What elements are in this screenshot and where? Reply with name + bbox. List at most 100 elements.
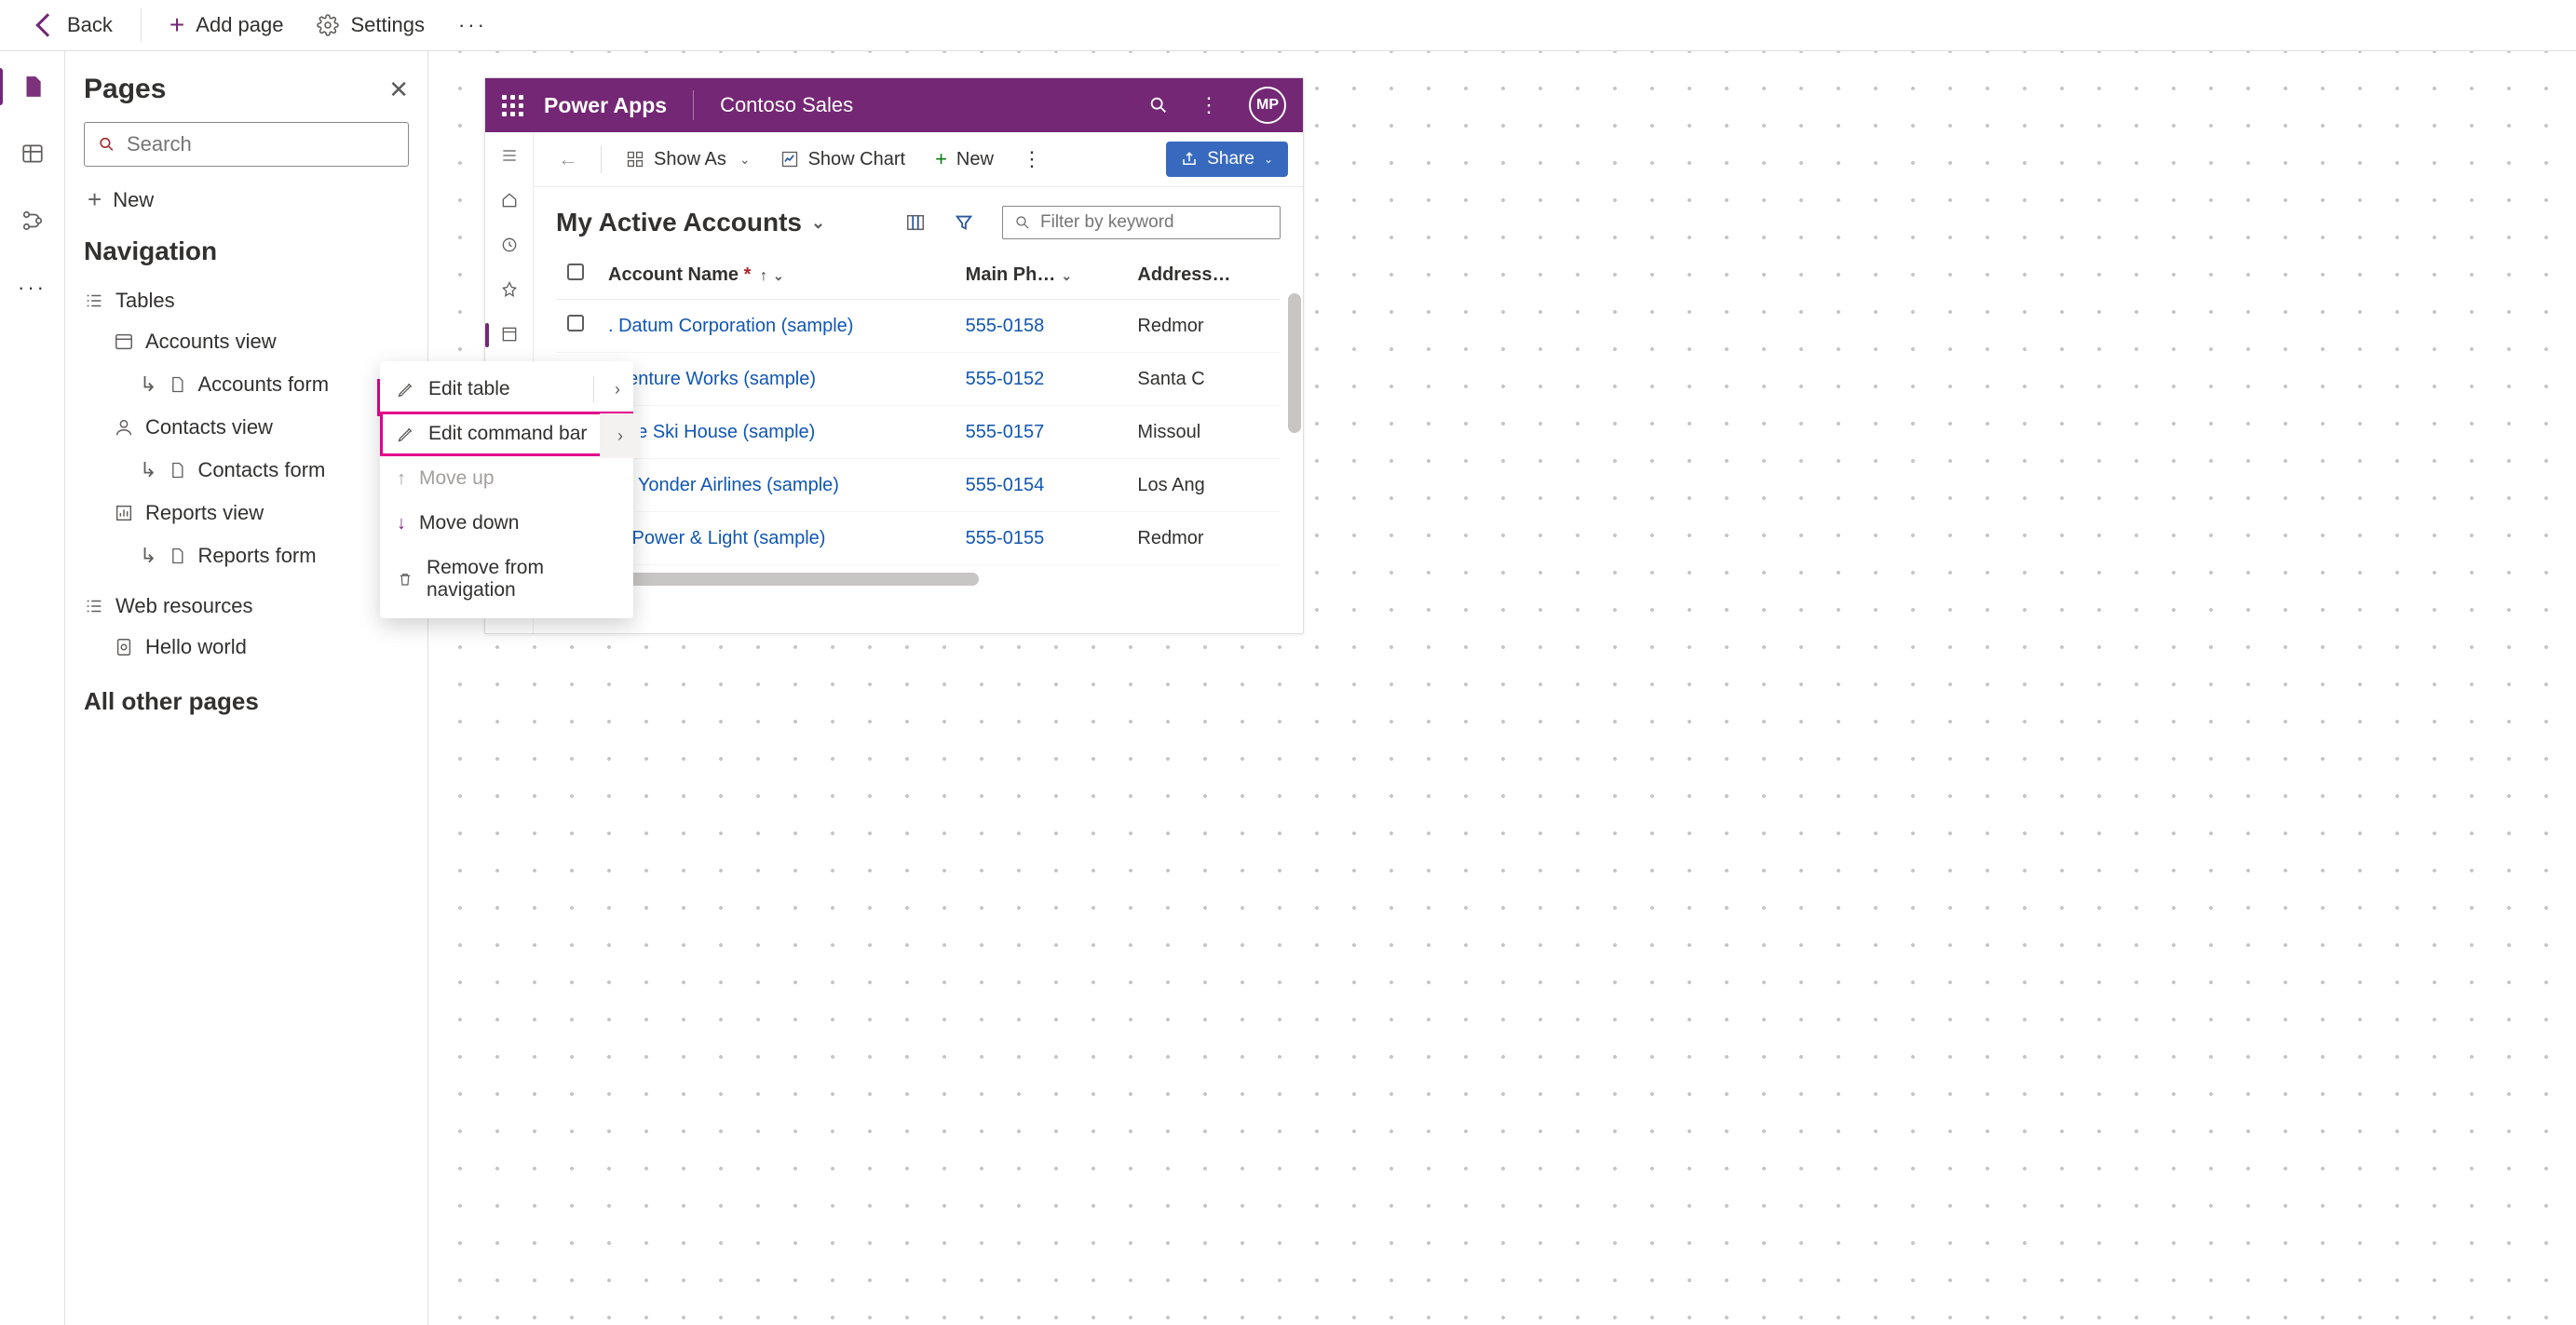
grid-icon [626,150,644,169]
cell-name[interactable]: ity Power & Light (sample) [597,512,955,565]
recent-icon[interactable] [499,235,520,255]
cell-phone[interactable]: 555-0152 [955,353,1127,406]
cell-phone[interactable]: 555-0158 [955,300,1127,353]
group-label: Web resources [115,594,253,618]
cmd-show-chart[interactable]: Show Chart [769,143,917,176]
table-icon [20,142,45,166]
col-account-name[interactable]: Account Name * ↑⌄ [597,250,955,300]
share-button[interactable]: Share ⌄ [1166,142,1288,177]
filter-input[interactable] [1040,212,1268,233]
pages-panel: Pages ✕ + New Navigation Tables Accounts… [65,51,428,1325]
nav-group-tables[interactable]: Tables [84,281,409,320]
cmd-more-button[interactable]: ⋮ [1012,147,1051,171]
cmd-show-as[interactable]: Show As ⌄ [615,143,762,176]
settings-button[interactable]: Settings [304,7,438,43]
accounts-icon[interactable] [499,324,520,345]
table-row[interactable]: lpine Ski House (sample)555-0157Missoul [556,406,1281,459]
view-title[interactable]: My Active Accounts ⌄ [556,208,825,237]
plus-icon: + [169,10,184,40]
rail-flow-icon[interactable] [20,208,46,234]
edit-columns-icon[interactable] [905,212,926,233]
table-row[interactable]: ity Power & Light (sample)555-0155Redmor [556,512,1281,565]
cell-phone[interactable]: 555-0157 [955,406,1127,459]
table-row[interactable]: . Datum Corporation (sample)555-0158Redm… [556,300,1281,353]
cell-name[interactable]: . Datum Corporation (sample) [597,300,955,353]
tree-item-contacts-form[interactable]: ↳ Contacts form [84,449,409,492]
col-main-phone[interactable]: Main Ph…⌄ [955,250,1127,300]
col-address[interactable]: Address… [1126,250,1281,300]
ctx-move-up: ↑ Move up [380,456,633,501]
add-page-button[interactable]: + Add page [156,5,297,46]
cell-name[interactable]: lue Yonder Airlines (sample) [597,459,955,512]
cell-phone[interactable]: 555-0155 [955,512,1127,565]
rail-table-icon[interactable] [20,141,46,167]
waffle-icon[interactable] [502,95,523,116]
cmd-label: New [956,149,994,170]
cell-addr: Redmor [1126,300,1281,353]
chevron-down-icon: ⌄ [773,268,784,283]
ctx-move-down[interactable]: ↓ Move down [380,501,633,546]
tree-item-contacts-view[interactable]: Contacts view [84,406,409,449]
search-icon [98,135,115,154]
tree-item-reports-form[interactable]: ↳ Reports form [84,534,409,577]
rail-more-icon[interactable]: ··· [20,275,46,301]
back-button[interactable]: Back [26,7,126,43]
cell-phone[interactable]: 555-0154 [955,459,1127,512]
cell-name[interactable]: lpine Ski House (sample) [597,406,955,459]
avatar[interactable]: MP [1249,87,1286,124]
filter-icon[interactable] [954,212,974,233]
vertical-scrollbar[interactable] [1288,293,1301,433]
tree-item-accounts-view[interactable]: Accounts view [84,320,409,363]
col-label: Address… [1137,264,1230,285]
toolbar-more-button[interactable]: ··· [445,7,500,43]
filter-box[interactable] [1002,206,1281,239]
navigation-heading: Navigation [84,237,409,266]
chevron-right-icon: › [617,426,623,446]
settings-label: Settings [350,13,425,37]
branch-glyph: ↳ [140,372,156,397]
cmd-new[interactable]: + New [924,142,1005,177]
header-more-button[interactable]: ⋮ [1189,93,1228,117]
tree-item-reports-view[interactable]: Reports view [84,492,409,534]
select-all-checkbox[interactable] [567,264,584,280]
ctx-remove[interactable]: Remove from navigation [380,546,633,613]
search-icon[interactable] [1148,95,1169,115]
pages-new-button[interactable]: + New [84,180,409,220]
home-icon[interactable] [499,190,520,210]
col-label: Account Name [608,264,739,285]
pages-search-box[interactable] [84,122,409,167]
table-row[interactable]: lue Yonder Airlines (sample)555-0154Los … [556,459,1281,512]
app-title: Contoso Sales [720,93,853,117]
person-icon [114,417,134,438]
horizontal-scrollbar[interactable] [578,573,979,586]
grid-footer: Rows: 11 [534,586,1303,633]
cmd-back-button[interactable]: ← [549,143,588,175]
toolbar-separator [141,8,142,42]
hamburger-icon[interactable] [499,145,520,166]
tree-item-label: Contacts view [145,415,273,439]
left-rail: ··· [0,51,65,1325]
separator [593,376,594,402]
tree-item-hello-world[interactable]: Hello world [84,626,409,669]
ctx-label: Remove from navigation [427,557,617,602]
ctx-edit-command-bar[interactable]: Edit command bar [380,412,633,456]
cell-addr: Los Ang [1126,459,1281,512]
row-checkbox[interactable] [567,315,584,331]
cmd-label: Show As [654,149,726,170]
pencil-icon [397,425,415,443]
share-label: Share [1207,149,1254,169]
tree-item-accounts-form[interactable]: ↳ Accounts form [84,363,409,406]
context-menu: Edit table › Edit command bar › ↑ Move u… [380,361,633,618]
table-row[interactable]: dventure Works (sample)555-0152Santa C [556,353,1281,406]
pin-icon[interactable] [499,279,520,300]
nav-group-webresources[interactable]: Web resources [84,587,409,626]
ctx-edit-table[interactable]: Edit table › [380,367,633,412]
close-panel-button[interactable]: ✕ [388,75,409,104]
pages-search-input[interactable] [127,132,395,156]
cell-addr: Missoul [1126,406,1281,459]
ctx-edit-command-bar-submenu[interactable]: › [600,413,641,458]
rail-pages-icon[interactable] [20,74,46,100]
required-star: * [739,264,751,285]
share-icon [1181,151,1198,168]
cell-name[interactable]: dventure Works (sample) [597,353,955,406]
